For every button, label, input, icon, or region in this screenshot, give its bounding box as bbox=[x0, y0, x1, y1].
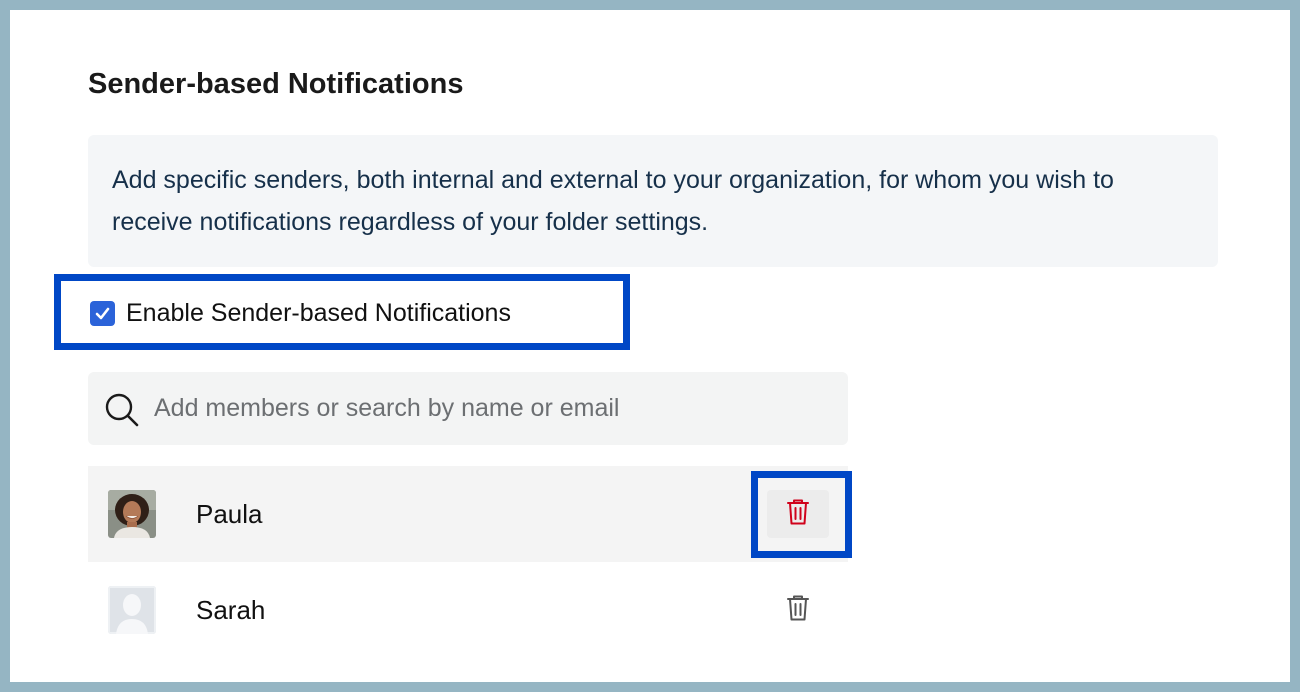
checkbox-checked-icon[interactable] bbox=[90, 300, 115, 326]
member-row: Sarah bbox=[88, 562, 848, 658]
section-title: Sender-based Notifications bbox=[88, 68, 464, 100]
info-description: Add specific senders, both internal and … bbox=[112, 166, 1114, 236]
info-box: Add specific senders, both internal and … bbox=[88, 135, 1218, 267]
settings-panel: Sender-based Notifications Add specific … bbox=[10, 10, 1290, 682]
enable-sender-notifications-toggle[interactable]: Enable Sender-based Notifications bbox=[90, 298, 511, 328]
trash-icon[interactable] bbox=[786, 594, 810, 627]
member-row: Paula bbox=[88, 466, 848, 562]
delete-member-button[interactable] bbox=[767, 490, 829, 538]
avatar bbox=[108, 586, 156, 634]
member-name: Sarah bbox=[196, 595, 266, 625]
member-name: Paula bbox=[196, 499, 263, 529]
delete-member-button[interactable] bbox=[767, 586, 829, 634]
search-icon bbox=[105, 393, 139, 427]
trash-icon[interactable] bbox=[786, 498, 810, 531]
avatar bbox=[108, 490, 156, 538]
member-search-box[interactable] bbox=[88, 372, 848, 445]
checkbox-label[interactable]: Enable Sender-based Notifications bbox=[126, 298, 511, 328]
member-search-input[interactable] bbox=[154, 386, 824, 430]
